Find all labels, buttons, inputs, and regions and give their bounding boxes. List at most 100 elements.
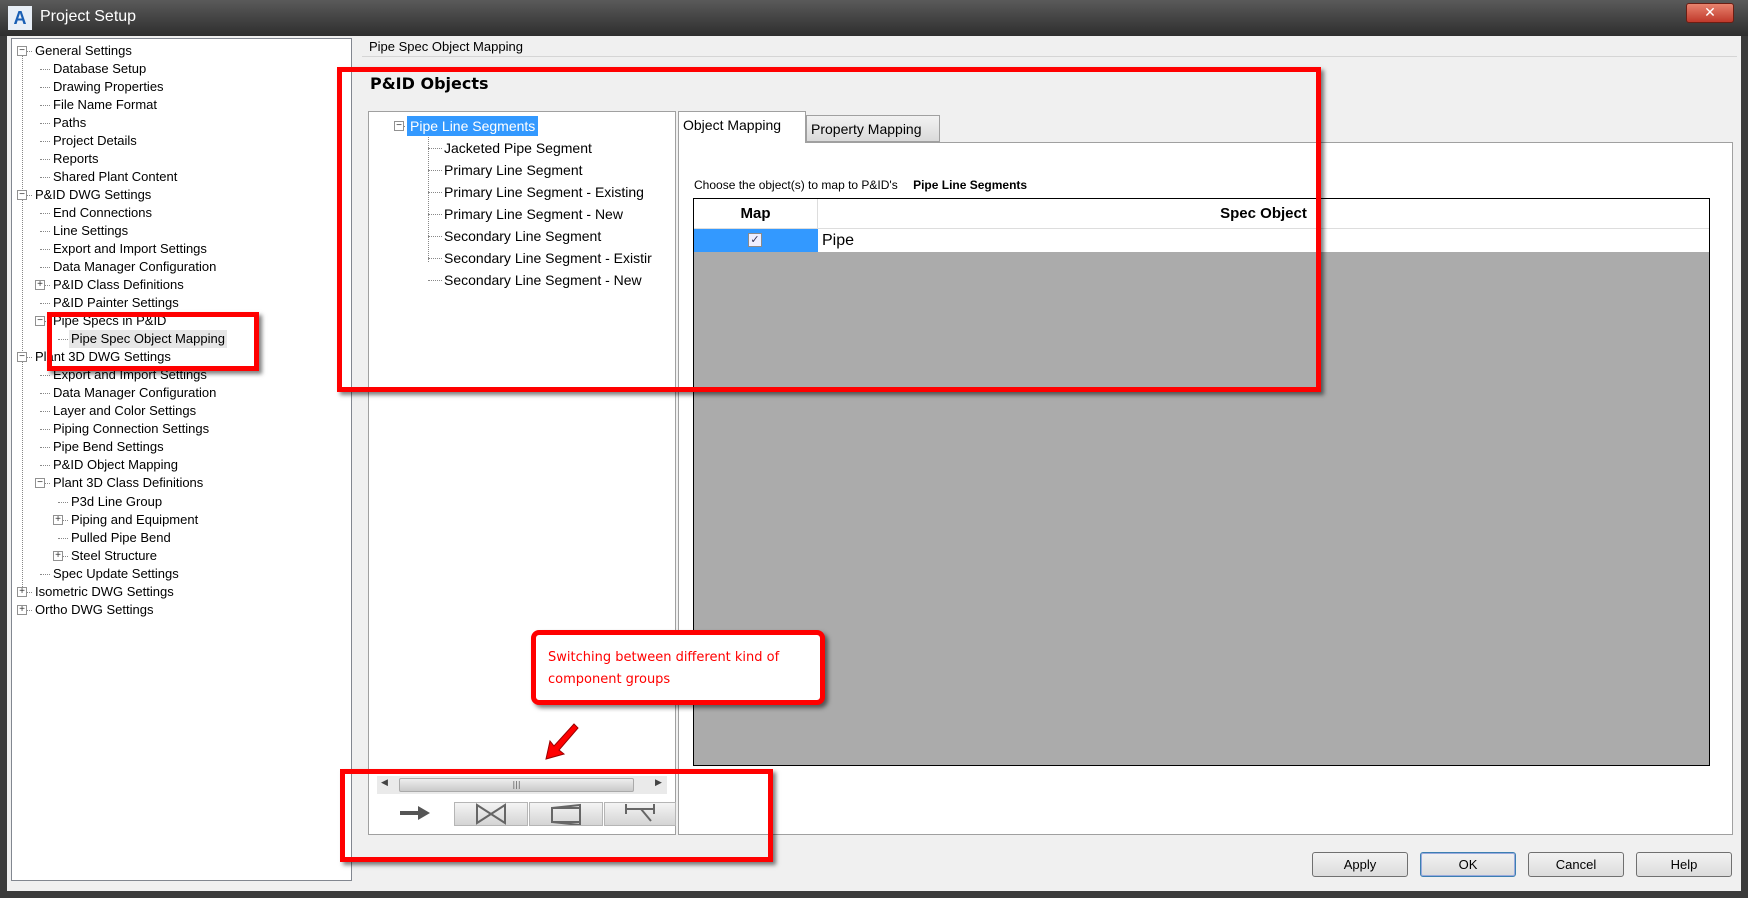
settings-tree[interactable]: − General Settings Database Setup Drawing P… [11, 38, 352, 881]
tree-connector [40, 429, 50, 431]
annotation-box-tree-item [47, 312, 259, 371]
tree-item[interactable]: Layer and Color Settings [12, 402, 351, 420]
cancel-button[interactable]: Cancel [1528, 852, 1624, 877]
tree-item[interactable]: Project Details [12, 132, 351, 150]
expand-icon[interactable]: + [17, 604, 27, 615]
title-bar: A Project Setup ✕ [0, 0, 1748, 36]
tree-item-label: P&ID Painter Settings [53, 295, 179, 311]
tree-connector [40, 123, 50, 125]
collapse-icon[interactable]: − [35, 316, 45, 327]
collapse-icon[interactable]: − [17, 46, 27, 56]
tree-item[interactable]: P&ID Painter Settings [12, 294, 351, 312]
window-title: Project Setup [40, 8, 137, 25]
tree-connector [40, 159, 50, 161]
collapse-icon[interactable]: − [35, 478, 45, 489]
tree-item[interactable]: Database Setup [12, 60, 351, 78]
tree-item[interactable]: + Steel Structure [12, 547, 351, 565]
tree-connector [58, 501, 68, 503]
expand-icon[interactable]: + [35, 280, 45, 291]
tree-item[interactable]: Paths [12, 114, 351, 132]
tree-item-label: P3d Line Group [71, 493, 163, 509]
tree-connector [40, 375, 50, 377]
tree-item[interactable]: P3d Line Group [12, 493, 351, 511]
tree-item[interactable]: P&ID Object Mapping [12, 456, 351, 474]
tree-connector [40, 69, 50, 71]
annotation-box-group-tabs [340, 769, 773, 862]
tree-item-label: Export and Import Settings [53, 241, 207, 257]
tree-item[interactable]: Export and Import Settings [12, 240, 351, 258]
tree-item[interactable]: Pipe Bend Settings [12, 438, 351, 456]
tree-connector [40, 87, 50, 89]
tree-item[interactable]: − P&ID DWG Settings [12, 186, 351, 204]
tree-item[interactable]: Data Manager Configuration [12, 384, 351, 402]
tree-connector [40, 267, 50, 269]
tree-item[interactable]: Drawing Properties [12, 78, 351, 96]
tree-item[interactable]: Piping Connection Settings [12, 420, 351, 438]
tree-item[interactable]: File Name Format [12, 96, 351, 114]
close-button[interactable]: ✕ [1686, 3, 1734, 23]
tree-connector [40, 105, 50, 107]
tree-item[interactable]: Reports [12, 150, 351, 168]
tree-connector [40, 249, 50, 251]
tree-item-label: Drawing Properties [53, 79, 164, 95]
tree-item[interactable]: + P&ID Class Definitions [12, 276, 351, 294]
apply-button[interactable]: Apply [1312, 852, 1408, 877]
ok-button[interactable]: OK [1420, 852, 1516, 877]
tree-item-label: Project Details [53, 133, 137, 149]
tree-connector [58, 537, 68, 539]
tree-item[interactable]: Pulled Pipe Bend [12, 529, 351, 547]
tree-item-label: Data Manager Configuration [53, 385, 217, 401]
tree-item-label: Pipe Bend Settings [53, 439, 164, 455]
tree-item-label: Database Setup [53, 61, 147, 77]
tree-connector [40, 465, 50, 467]
tree-item[interactable]: + Ortho DWG Settings [12, 601, 351, 619]
tree-connector [40, 177, 50, 179]
tree-item-label: End Connections [53, 205, 153, 221]
page-header: Pipe Spec Object Mapping [369, 39, 523, 54]
tree-item-label: Line Settings [53, 223, 129, 239]
expand-icon[interactable]: + [53, 514, 63, 525]
tree-item-label: P&ID Class Definitions [53, 277, 184, 293]
tree-item[interactable]: + Isometric DWG Settings [12, 583, 351, 601]
tree-connector [40, 573, 50, 575]
annotation-arrow-icon [545, 723, 579, 760]
annotation-callout: Switching between different kind of comp… [531, 630, 825, 705]
tree-item-label: Isometric DWG Settings [35, 583, 174, 599]
tree-item-label: P&ID Object Mapping [53, 457, 179, 473]
collapse-icon[interactable]: − [17, 190, 27, 201]
tree-item-label: Piping and Equipment [71, 511, 199, 527]
tree-item-label: Ortho DWG Settings [35, 601, 154, 617]
tree-item[interactable]: Data Manager Configuration [12, 258, 351, 276]
tree-item[interactable]: Spec Update Settings [12, 565, 351, 583]
tree-item-label: Spec Update Settings [53, 565, 179, 581]
tree-connector [40, 231, 50, 233]
tree-item-label: Data Manager Configuration [53, 259, 217, 275]
annotation-box-pid-objects [337, 67, 1321, 392]
tree-item-label: File Name Format [53, 97, 158, 113]
collapse-icon[interactable]: − [17, 352, 27, 363]
tree-item[interactable]: End Connections [12, 204, 351, 222]
tree-item-label: Piping Connection Settings [53, 421, 210, 437]
help-button[interactable]: Help [1636, 852, 1732, 877]
tree-item[interactable]: Shared Plant Content [12, 168, 351, 186]
tree-connector [40, 303, 50, 305]
tree-item-label: Reports [53, 151, 99, 167]
tree-item-label: P&ID DWG Settings [35, 187, 152, 203]
tree-item-label: Plant 3D Class Definitions [53, 475, 204, 491]
tree-item-label: General Settings [35, 43, 132, 58]
tree-connector [40, 393, 50, 395]
tree-item-label: Shared Plant Content [53, 169, 178, 185]
tree-item-label: Layer and Color Settings [53, 403, 197, 419]
tree-item[interactable]: + Piping and Equipment [12, 511, 351, 529]
tree-item[interactable]: − General Settings [12, 42, 351, 60]
expand-icon[interactable]: + [17, 586, 27, 597]
tree-item[interactable]: − Plant 3D Class Definitions [12, 474, 351, 492]
tab-object-mapping[interactable]: Object Mapping [678, 111, 806, 143]
header-divider [362, 56, 1737, 57]
expand-icon[interactable]: + [53, 550, 63, 561]
tree-connector [40, 411, 50, 413]
tree-item-label: Steel Structure [71, 547, 157, 563]
tree-connector [40, 213, 50, 215]
autocad-logo-icon: A [8, 6, 32, 30]
tree-item[interactable]: Line Settings [12, 222, 351, 240]
